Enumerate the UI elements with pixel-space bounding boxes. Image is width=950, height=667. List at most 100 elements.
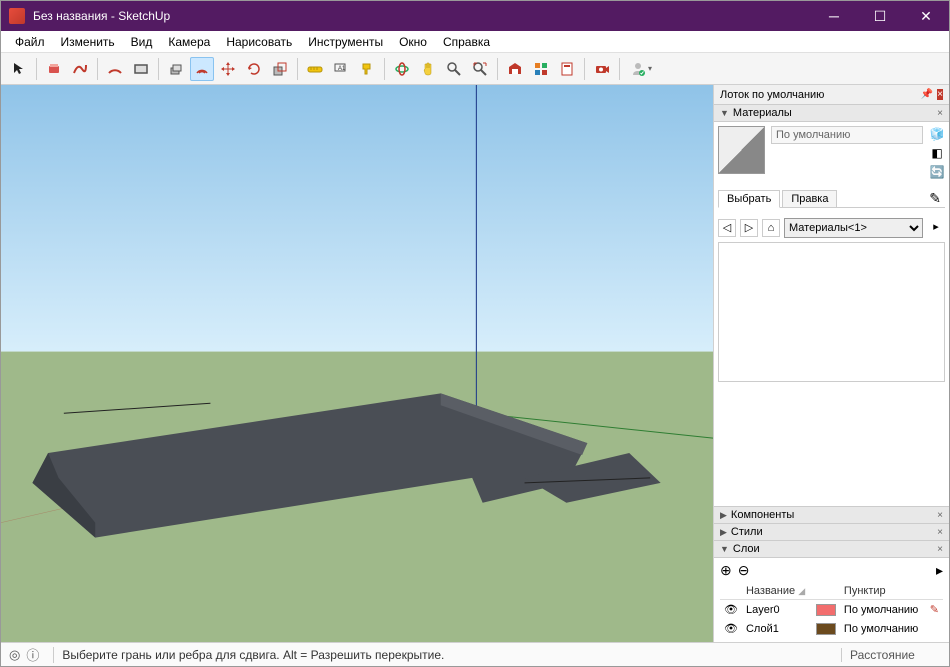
toolbar-separator — [384, 58, 385, 80]
nav-home-icon[interactable]: ⌂ — [762, 219, 780, 237]
create-material-icon[interactable]: 🧊 — [929, 126, 945, 142]
toolbar-separator — [497, 58, 498, 80]
details-icon[interactable]: ▸ — [927, 219, 945, 237]
add-layer-icon[interactable]: ⊕ — [720, 562, 732, 579]
workspace: Лоток по умолчанию 📌 × ▼Материалы × 🧊 ◧ 🔄 — [1, 85, 949, 642]
col-name[interactable]: Название ◢ — [742, 583, 812, 600]
material-nav: ◁ ▷ ⌂ Материалы<1> ▸ — [718, 218, 945, 238]
panel-close-icon[interactable]: × — [937, 510, 943, 521]
tool-zoomext-icon[interactable] — [468, 57, 492, 81]
material-name-field[interactable] — [771, 126, 923, 144]
layer-menu-icon[interactable]: ▸ — [936, 562, 943, 579]
tool-move-icon[interactable] — [216, 57, 240, 81]
pin-icon[interactable]: 📌 — [921, 89, 933, 100]
components-header-label: Компоненты — [731, 509, 794, 521]
distance-label: Расстояние — [841, 648, 941, 662]
tool-3dwarehouse-icon[interactable] — [503, 57, 527, 81]
tool-arc-icon[interactable] — [103, 57, 127, 81]
tool-rotate-icon[interactable] — [242, 57, 266, 81]
tab-select[interactable]: Выбрать — [718, 190, 780, 208]
tool-pushpull-icon[interactable] — [164, 57, 188, 81]
tab-edit[interactable]: Правка — [782, 190, 837, 207]
tool-advcam-icon[interactable] — [590, 57, 614, 81]
layer-edit-icon[interactable]: ✎ — [926, 600, 943, 620]
statusbar: ◎ ⓘ Выберите грань или ребра для сдвига.… — [1, 642, 949, 666]
close-button[interactable]: ✕ — [903, 1, 949, 31]
menu-tools[interactable]: Инструменты — [300, 33, 391, 51]
menu-draw[interactable]: Нарисовать — [218, 33, 300, 51]
material-list[interactable] — [718, 242, 945, 382]
panel-close-icon[interactable]: × — [937, 544, 943, 555]
tray-close-icon[interactable]: × — [937, 89, 943, 100]
info-icon[interactable]: ⓘ — [26, 645, 39, 664]
maximize-button[interactable]: ☐ — [857, 1, 903, 31]
layers-header-label: Слои — [733, 543, 760, 555]
material-preview-swatch[interactable] — [718, 126, 765, 174]
layer-color-chip[interactable] — [816, 623, 836, 635]
visibility-icon[interactable]: 👁 — [720, 619, 742, 638]
layer-edit-icon[interactable] — [926, 619, 943, 638]
layer-color-chip[interactable] — [816, 604, 836, 616]
tool-eraser-icon[interactable] — [42, 57, 66, 81]
accordion-materials[interactable]: ▼Материалы × — [714, 104, 949, 122]
tool-user-icon[interactable]: ▾ — [625, 57, 657, 81]
svg-text:A1: A1 — [338, 66, 346, 72]
menu-camera[interactable]: Камера — [160, 33, 218, 51]
minimize-button[interactable]: ─ — [811, 1, 857, 31]
tool-zoom-icon[interactable] — [442, 57, 466, 81]
tool-scale-icon[interactable] — [268, 57, 292, 81]
eyedropper-icon[interactable]: ✎ — [925, 190, 945, 207]
menu-help[interactable]: Справка — [435, 33, 498, 51]
material-library-select[interactable]: Материалы<1> — [784, 218, 923, 238]
tool-line-icon[interactable] — [68, 57, 92, 81]
layer-row[interactable]: 👁 Слой1 По умолчанию — [720, 619, 943, 638]
tray-title-label: Лоток по умолчанию — [720, 89, 824, 101]
tool-layout-icon[interactable] — [555, 57, 579, 81]
tool-paint-icon[interactable] — [355, 57, 379, 81]
menu-window[interactable]: Окно — [391, 33, 435, 51]
tool-orbit-icon[interactable] — [390, 57, 414, 81]
chevron-down-icon: ▼ — [720, 544, 729, 554]
tray-title: Лоток по умолчанию 📌 × — [714, 85, 949, 105]
layer-row[interactable]: 👁 Layer0 По умолчанию ✎ — [720, 600, 943, 620]
panel-close-icon[interactable]: × — [937, 108, 943, 119]
tool-rect-icon[interactable] — [129, 57, 153, 81]
default-material-icon[interactable]: ◧ — [929, 145, 945, 161]
nav-back-icon[interactable]: ◁ — [718, 219, 736, 237]
layers-panel: ⊕ ⊖ ▸ Название ◢ Пунктир � — [714, 558, 949, 642]
menu-view[interactable]: Вид — [123, 33, 161, 51]
menu-file[interactable]: Файл — [7, 33, 53, 51]
chevron-right-icon: ▶ — [720, 510, 727, 521]
accordion-styles[interactable]: ▶Стили × — [714, 523, 949, 541]
layer-dash[interactable]: По умолчанию — [840, 600, 926, 620]
nav-forward-icon[interactable]: ▷ — [740, 219, 758, 237]
layer-name[interactable]: Слой1 — [742, 619, 812, 638]
window-controls: ─ ☐ ✕ — [811, 1, 949, 31]
tool-select[interactable] — [7, 57, 31, 81]
toolbar-separator — [158, 58, 159, 80]
toolbar-separator — [97, 58, 98, 80]
layer-name[interactable]: Layer0 — [742, 600, 812, 620]
remove-layer-icon[interactable]: ⊖ — [738, 562, 750, 579]
menu-edit[interactable]: Изменить — [53, 33, 123, 51]
col-dash[interactable]: Пунктир — [840, 583, 926, 600]
titlebar: Без названия - SketchUp ─ ☐ ✕ — [1, 1, 949, 31]
toolbar-separator — [297, 58, 298, 80]
accordion-components[interactable]: ▶ Компоненты × — [714, 506, 949, 524]
accordion-layers[interactable]: ▼ Слои × — [714, 540, 949, 558]
status-hint: Выберите грань или ребра для сдвига. Alt… — [62, 648, 841, 662]
visibility-icon[interactable]: 👁 — [720, 600, 742, 620]
toolbar-separator — [584, 58, 585, 80]
panel-close-icon[interactable]: × — [937, 527, 943, 538]
tool-text-icon[interactable]: A1 — [329, 57, 353, 81]
tool-extensions-icon[interactable] — [529, 57, 553, 81]
geo-icon[interactable]: ◎ — [9, 647, 20, 663]
layer-dash[interactable]: По умолчанию — [840, 619, 926, 638]
viewport-3d[interactable] — [1, 85, 713, 642]
chevron-down-icon: ▼ — [720, 108, 729, 118]
tool-pan-icon[interactable] — [416, 57, 440, 81]
side-tray: Лоток по умолчанию 📌 × ▼Материалы × 🧊 ◧ 🔄 — [713, 85, 949, 642]
swap-material-icon[interactable]: 🔄 — [929, 164, 945, 180]
tool-tape-icon[interactable] — [303, 57, 327, 81]
tool-offset-icon[interactable] — [190, 57, 214, 81]
